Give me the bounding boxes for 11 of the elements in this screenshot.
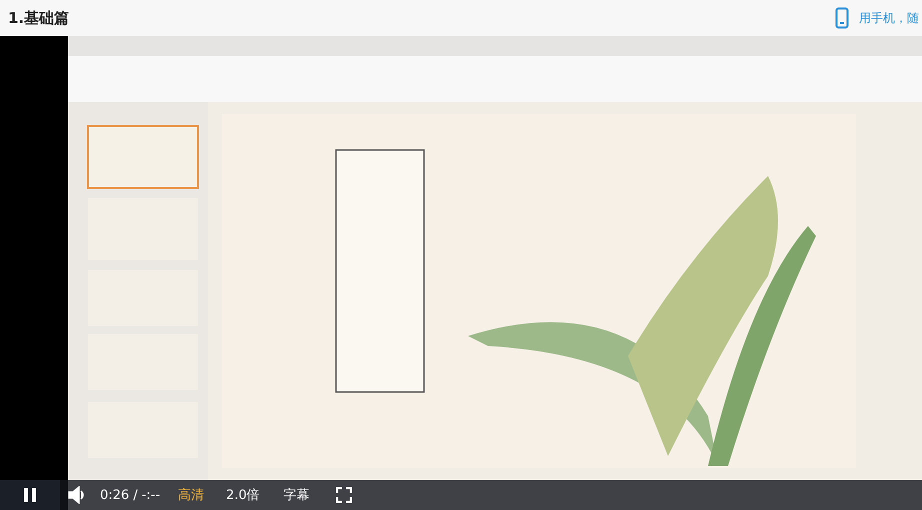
current-time: 0:26 (100, 488, 130, 502)
play-pause-button[interactable] (0, 480, 60, 510)
pause-icon (23, 487, 37, 503)
duration: -:-- (142, 488, 160, 502)
time-separator: / (133, 488, 138, 502)
speed-button[interactable]: 2.0倍 (226, 486, 260, 504)
phone-icon (835, 7, 849, 29)
quality-button[interactable]: 高清 (178, 486, 204, 504)
subtitles-button[interactable]: 字幕 (284, 486, 310, 504)
page-title: 1.基础篇 (8, 8, 70, 28)
fullscreen-icon[interactable] (336, 487, 352, 503)
